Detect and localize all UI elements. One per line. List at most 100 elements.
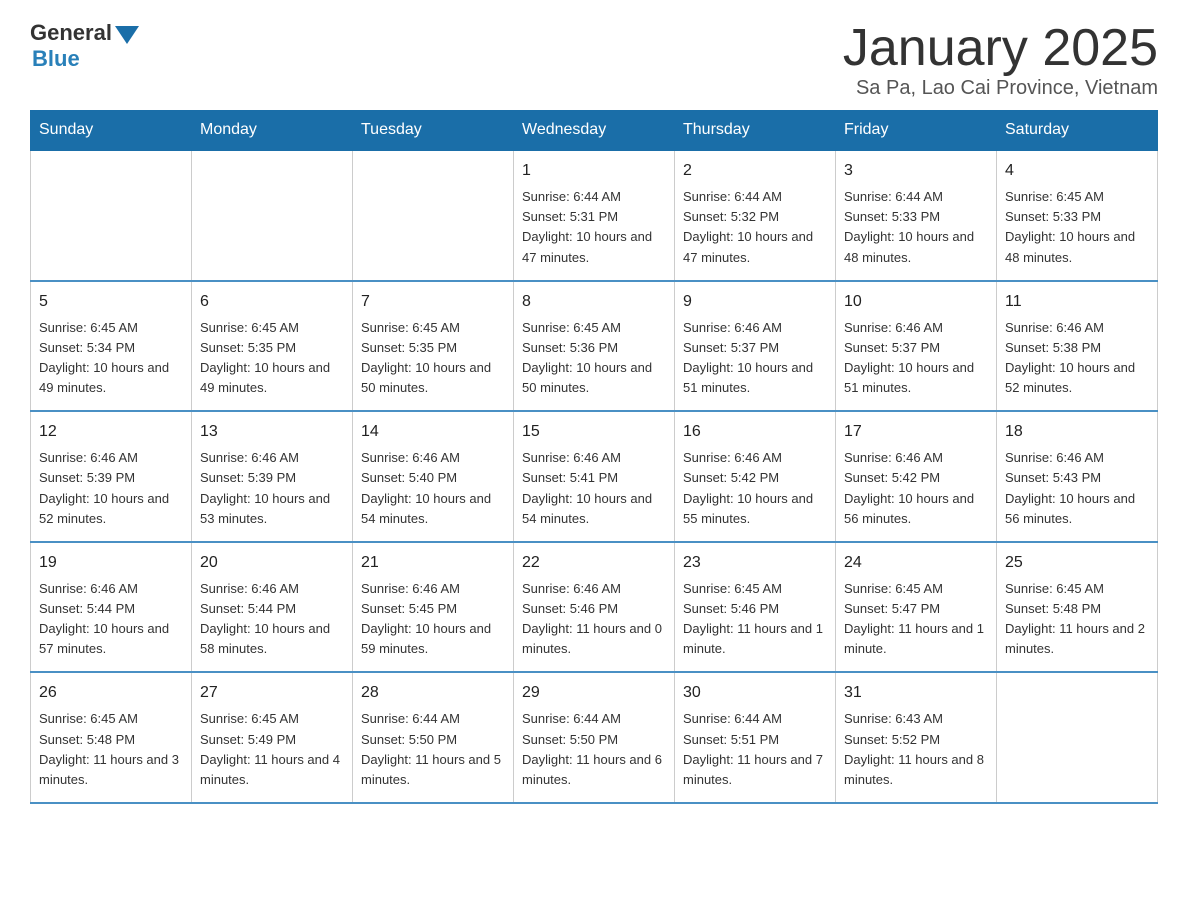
day-number: 25 — [1005, 551, 1149, 575]
day-number: 22 — [522, 551, 666, 575]
day-number: 18 — [1005, 420, 1149, 444]
day-number: 31 — [844, 681, 988, 705]
day-info: Sunrise: 6:45 AM Sunset: 5:35 PM Dayligh… — [200, 318, 344, 399]
day-number: 16 — [683, 420, 827, 444]
day-number: 29 — [522, 681, 666, 705]
day-info: Sunrise: 6:45 AM Sunset: 5:34 PM Dayligh… — [39, 318, 183, 399]
calendar-cell: 20 Sunrise: 6:46 AM Sunset: 5:44 PM Dayli… — [192, 542, 353, 673]
day-info: Sunrise: 6:44 AM Sunset: 5:50 PM Dayligh… — [522, 709, 666, 790]
day-number: 10 — [844, 290, 988, 314]
logo-blue-text: Blue — [32, 46, 80, 72]
calendar-cell: 15Sunrise: 6:46 AM Sunset: 5:41 PM Dayli… — [514, 411, 675, 542]
calendar-cell — [31, 150, 192, 281]
calendar-cell: 26 Sunrise: 6:45 AM Sunset: 5:48 PM Dayli… — [31, 672, 192, 803]
page-header: General Blue January 2025 Sa Pa, Lao Cai… — [30, 20, 1158, 100]
calendar-cell: 24Sunrise: 6:45 AM Sunset: 5:47 PM Dayli… — [836, 542, 997, 673]
calendar-cell: 16 Sunrise: 6:46 AM Sunset: 5:42 PM Dayli… — [675, 411, 836, 542]
day-info: Sunrise: 6:43 AM Sunset: 5:52 PM Dayligh… — [844, 709, 988, 790]
calendar-cell: 9 Sunrise: 6:46 AM Sunset: 5:37 PM Daylig… — [675, 281, 836, 412]
day-info: Sunrise: 6:46 AM Sunset: 5:38 PM Dayligh… — [1005, 318, 1149, 399]
day-number: 12 — [39, 420, 183, 444]
day-number: 20 — [200, 551, 344, 575]
day-number: 21 — [361, 551, 505, 575]
day-number: 4 — [1005, 159, 1149, 183]
day-info: Sunrise: 6:46 AM Sunset: 5:37 PM Dayligh… — [683, 318, 827, 399]
calendar-cell: 7 Sunrise: 6:45 AM Sunset: 5:35 PM Daylig… — [353, 281, 514, 412]
calendar-cell: 28 Sunrise: 6:44 AM Sunset: 5:50 PM Dayli… — [353, 672, 514, 803]
calendar-day-header: Wednesday — [514, 111, 675, 151]
calendar-cell: 12Sunrise: 6:46 AM Sunset: 5:39 PM Dayli… — [31, 411, 192, 542]
day-number: 2 — [683, 159, 827, 183]
calendar-cell: 6Sunrise: 6:45 AM Sunset: 5:35 PM Daylig… — [192, 281, 353, 412]
calendar-table: SundayMondayTuesdayWednesdayThursdayFrid… — [30, 110, 1158, 804]
day-info: Sunrise: 6:46 AM Sunset: 5:42 PM Dayligh… — [844, 448, 988, 529]
day-info: Sunrise: 6:46 AM Sunset: 5:43 PM Dayligh… — [1005, 448, 1149, 529]
day-info: Sunrise: 6:44 AM Sunset: 5:31 PM Dayligh… — [522, 187, 666, 268]
calendar-cell — [997, 672, 1158, 803]
day-number: 26 — [39, 681, 183, 705]
calendar-day-header: Tuesday — [353, 111, 514, 151]
calendar-cell: 27 Sunrise: 6:45 AM Sunset: 5:49 PM Dayli… — [192, 672, 353, 803]
day-info: Sunrise: 6:45 AM Sunset: 5:36 PM Dayligh… — [522, 318, 666, 399]
logo-general: General — [30, 20, 112, 46]
day-info: Sunrise: 6:46 AM Sunset: 5:39 PM Dayligh… — [200, 448, 344, 529]
calendar-day-header: Saturday — [997, 111, 1158, 151]
day-number: 27 — [200, 681, 344, 705]
day-number: 8 — [522, 290, 666, 314]
calendar-week-row: 12 Sunrise: 6:46 AM Sunset: 5:39 PM Dayli… — [31, 411, 1158, 542]
calendar-cell: 11 Sunrise: 6:46 AM Sunset: 5:38 PM Dayli… — [997, 281, 1158, 412]
logo-triangle-icon — [115, 26, 139, 44]
day-info: Sunrise: 6:46 AM Sunset: 5:44 PM Dayligh… — [39, 579, 183, 660]
day-info: Sunrise: 6:45 AM Sunset: 5:46 PM Dayligh… — [683, 579, 827, 660]
day-info: Sunrise: 6:45 AM Sunset: 5:47 PM Dayligh… — [844, 579, 988, 660]
calendar-cell: 1 Sunrise: 6:44 AM Sunset: 5:31 PM Daylig… — [514, 150, 675, 281]
day-number: 7 — [361, 290, 505, 314]
calendar-cell: 19Sunrise: 6:46 AM Sunset: 5:44 PM Dayli… — [31, 542, 192, 673]
calendar-day-header: Thursday — [675, 111, 836, 151]
day-info: Sunrise: 6:44 AM Sunset: 5:50 PM Dayligh… — [361, 709, 505, 790]
calendar-cell: 18 Sunrise: 6:46 AM Sunset: 5:43 PM Dayli… — [997, 411, 1158, 542]
day-number: 15 — [522, 420, 666, 444]
day-number: 13 — [200, 420, 344, 444]
day-info: Sunrise: 6:45 AM Sunset: 5:35 PM Dayligh… — [361, 318, 505, 399]
day-number: 3 — [844, 159, 988, 183]
day-number: 30 — [683, 681, 827, 705]
calendar-header-row: SundayMondayTuesdayWednesdayThursdayFrid… — [31, 111, 1158, 151]
day-number: 28 — [361, 681, 505, 705]
calendar-cell: 21Sunrise: 6:46 AM Sunset: 5:45 PM Dayli… — [353, 542, 514, 673]
calendar-cell: 3Sunrise: 6:44 AM Sunset: 5:33 PM Daylig… — [836, 150, 997, 281]
title-block: January 2025 Sa Pa, Lao Cai Province, Vi… — [843, 20, 1158, 100]
calendar-cell — [192, 150, 353, 281]
day-info: Sunrise: 6:46 AM Sunset: 5:42 PM Dayligh… — [683, 448, 827, 529]
day-number: 1 — [522, 159, 666, 183]
calendar-cell: 2Sunrise: 6:44 AM Sunset: 5:32 PM Daylig… — [675, 150, 836, 281]
calendar-cell: 13 Sunrise: 6:46 AM Sunset: 5:39 PM Dayli… — [192, 411, 353, 542]
day-info: Sunrise: 6:45 AM Sunset: 5:49 PM Dayligh… — [200, 709, 344, 790]
day-info: Sunrise: 6:44 AM Sunset: 5:51 PM Dayligh… — [683, 709, 827, 790]
day-number: 11 — [1005, 290, 1149, 314]
calendar-cell: 14 Sunrise: 6:46 AM Sunset: 5:40 PM Dayli… — [353, 411, 514, 542]
calendar-cell: 4Sunrise: 6:45 AM Sunset: 5:33 PM Daylig… — [997, 150, 1158, 281]
calendar-cell: 8 Sunrise: 6:45 AM Sunset: 5:36 PM Daylig… — [514, 281, 675, 412]
calendar-cell: 29 Sunrise: 6:44 AM Sunset: 5:50 PM Dayli… — [514, 672, 675, 803]
calendar-cell: 5 Sunrise: 6:45 AM Sunset: 5:34 PM Daylig… — [31, 281, 192, 412]
day-info: Sunrise: 6:46 AM Sunset: 5:44 PM Dayligh… — [200, 579, 344, 660]
calendar-day-header: Sunday — [31, 111, 192, 151]
calendar-week-row: 5 Sunrise: 6:45 AM Sunset: 5:34 PM Daylig… — [31, 281, 1158, 412]
calendar-cell — [353, 150, 514, 281]
calendar-week-row: 26 Sunrise: 6:45 AM Sunset: 5:48 PM Dayli… — [31, 672, 1158, 803]
day-number: 5 — [39, 290, 183, 314]
day-info: Sunrise: 6:45 AM Sunset: 5:48 PM Dayligh… — [39, 709, 183, 790]
calendar-day-header: Friday — [836, 111, 997, 151]
calendar-cell: 30 Sunrise: 6:44 AM Sunset: 5:51 PM Dayli… — [675, 672, 836, 803]
day-info: Sunrise: 6:46 AM Sunset: 5:40 PM Dayligh… — [361, 448, 505, 529]
calendar-cell: 17 Sunrise: 6:46 AM Sunset: 5:42 PM Dayli… — [836, 411, 997, 542]
day-number: 17 — [844, 420, 988, 444]
calendar-week-row: 1 Sunrise: 6:44 AM Sunset: 5:31 PM Daylig… — [31, 150, 1158, 281]
day-info: Sunrise: 6:46 AM Sunset: 5:37 PM Dayligh… — [844, 318, 988, 399]
day-number: 9 — [683, 290, 827, 314]
calendar-cell: 23 Sunrise: 6:45 AM Sunset: 5:46 PM Dayli… — [675, 542, 836, 673]
day-number: 23 — [683, 551, 827, 575]
day-info: Sunrise: 6:45 AM Sunset: 5:48 PM Dayligh… — [1005, 579, 1149, 660]
day-number: 14 — [361, 420, 505, 444]
